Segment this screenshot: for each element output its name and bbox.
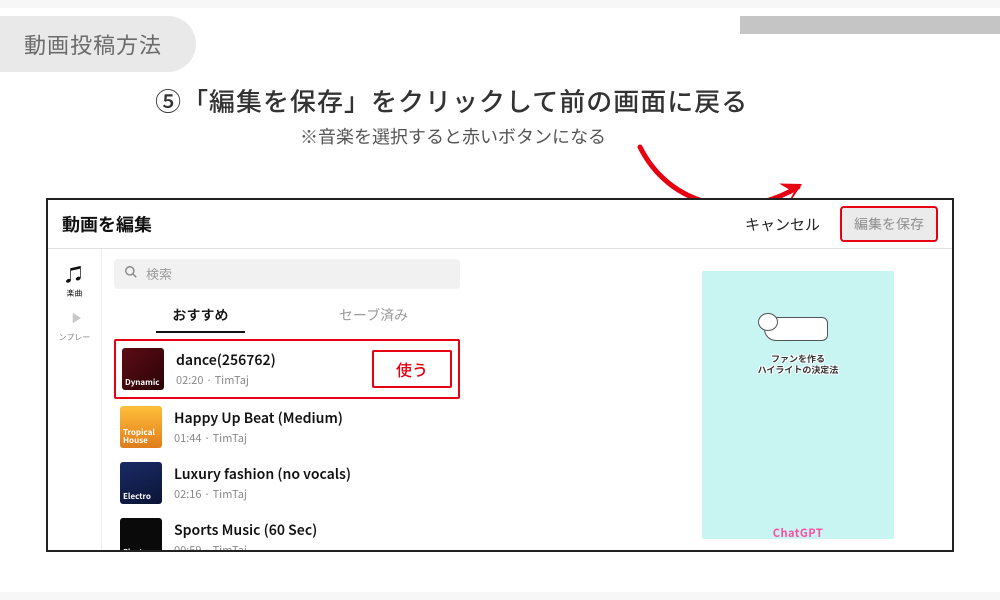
search-icon bbox=[124, 263, 138, 284]
track-sub: 02:16 · TimTaj bbox=[174, 486, 454, 502]
search-input[interactable]: 検索 bbox=[114, 259, 460, 289]
track-row[interactable]: Electro Luxury fashion (no vocals) 02:16… bbox=[114, 455, 460, 511]
preview-footer: ChatGPT bbox=[773, 525, 823, 539]
track-meta: Happy Up Beat (Medium) 01:44 · TimTaj bbox=[174, 408, 454, 446]
thumb-label: Tropical House bbox=[123, 429, 155, 445]
search-placeholder: 検索 bbox=[146, 264, 172, 283]
rail-item-template[interactable]: ンプレー bbox=[48, 307, 101, 343]
app-header-right: キャンセル 編集を保存 bbox=[745, 206, 938, 242]
instruction-block: ⑤「編集を保存」をクリックして前の画面に戻る ※音楽を選択すると赤いボタンになる bbox=[155, 82, 970, 149]
cancel-button[interactable]: キャンセル bbox=[745, 214, 820, 235]
thumb-label: Dynamic bbox=[125, 379, 160, 387]
track-thumb: Electro bbox=[120, 462, 162, 504]
track-meta: Luxury fashion (no vocals) 02:16 · TimTa… bbox=[174, 464, 454, 502]
decorative-top-right-bar bbox=[740, 16, 1000, 34]
track-title: Luxury fashion (no vocals) bbox=[174, 464, 454, 484]
music-note-icon: ♫ bbox=[64, 263, 86, 285]
track-sub: 01:44 · TimTaj bbox=[174, 430, 454, 446]
tab-recommended[interactable]: おすすめ bbox=[114, 299, 287, 333]
track-thumb: Dynamic bbox=[122, 348, 164, 390]
tab-recommended-label: おすすめ bbox=[173, 305, 229, 325]
track-row[interactable]: Electro Sports Music (60 Sec) 00:59 · Ti… bbox=[114, 511, 460, 552]
track-sub: 00:59 · TimTaj bbox=[174, 542, 454, 552]
use-track-button[interactable]: 使う bbox=[372, 350, 452, 388]
music-panel: 検索 おすすめ セーブ済み Dynamic dance(256762) 02:2… bbox=[102, 249, 472, 552]
tab-saved[interactable]: セーブ済み bbox=[287, 299, 460, 333]
instruction-note: ※音楽を選択すると赤いボタンになる bbox=[155, 123, 970, 149]
app-frame: 動画を編集 キャンセル 編集を保存 ♫ 楽曲 ンプレー bbox=[46, 198, 954, 552]
track-row[interactable]: Tropical House Happy Up Beat (Medium) 01… bbox=[114, 399, 460, 455]
track-meta: dance(256762) 02:20 · TimTaj bbox=[176, 350, 360, 388]
preview-pane: ファンを作る ハイライトの決定法 ChatGPT bbox=[472, 249, 952, 552]
track-title: Happy Up Beat (Medium) bbox=[174, 408, 454, 428]
decorative-top-strip bbox=[0, 0, 1000, 8]
track-meta: Sports Music (60 Sec) 00:59 · TimTaj bbox=[174, 520, 454, 552]
section-badge: 動画投稿方法 bbox=[0, 16, 196, 72]
rail-label-template: ンプレー bbox=[59, 332, 91, 343]
instruction-main: ⑤「編集を保存」をクリックして前の画面に戻る bbox=[155, 82, 970, 119]
rail-item-music[interactable]: ♫ 楽曲 bbox=[48, 263, 101, 299]
decorative-bottom-strip bbox=[0, 592, 1000, 600]
music-tabs: おすすめ セーブ済み bbox=[114, 299, 460, 333]
track-thumb: Electro bbox=[120, 518, 162, 552]
thumb-label: Electro bbox=[123, 493, 151, 501]
template-icon bbox=[64, 307, 86, 329]
app-body: ♫ 楽曲 ンプレー 検索 おすすめ bbox=[48, 248, 952, 552]
app-header: 動画を編集 キャンセル 編集を保存 bbox=[48, 200, 952, 248]
track-sub: 02:20 · TimTaj bbox=[176, 372, 360, 388]
app-title: 動画を編集 bbox=[62, 211, 152, 237]
track-list: Dynamic dance(256762) 02:20 · TimTaj 使う … bbox=[114, 339, 460, 552]
thumb-label: Electro bbox=[123, 549, 151, 552]
track-thumb: Tropical House bbox=[120, 406, 162, 448]
tab-saved-label: セーブ済み bbox=[339, 305, 408, 325]
video-preview[interactable]: ファンを作る ハイライトの決定法 ChatGPT bbox=[702, 271, 894, 539]
save-edits-button[interactable]: 編集を保存 bbox=[840, 206, 938, 242]
track-row[interactable]: Dynamic dance(256762) 02:20 · TimTaj 使う bbox=[114, 339, 460, 399]
left-rail: ♫ 楽曲 ンプレー bbox=[48, 249, 102, 552]
section-badge-text: 動画投稿方法 bbox=[24, 28, 162, 60]
preview-caption: ファンを作る ハイライトの決定法 bbox=[758, 353, 839, 376]
track-title: Sports Music (60 Sec) bbox=[174, 520, 454, 540]
preview-caption-line2: ハイライトの決定法 bbox=[758, 364, 839, 375]
rail-label-music: 楽曲 bbox=[67, 288, 83, 299]
track-title: dance(256762) bbox=[176, 350, 360, 370]
cat-illustration-icon bbox=[758, 307, 838, 349]
